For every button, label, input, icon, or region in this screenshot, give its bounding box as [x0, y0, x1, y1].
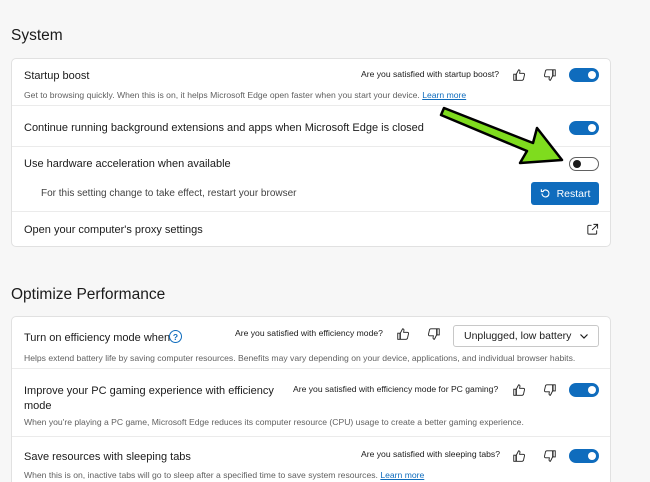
- background-apps-row: Continue running background extensions a…: [12, 106, 610, 146]
- thumbs-up-icon[interactable]: [512, 383, 526, 397]
- thumbs-up-icon[interactable]: [512, 449, 526, 463]
- thumbs-down-icon[interactable]: [543, 449, 557, 463]
- efficiency-mode-description: Helps extend battery life by saving comp…: [24, 353, 576, 363]
- sleeping-tabs-description: When this is on, inactive tabs will go t…: [24, 470, 425, 480]
- gaming-feedback-text: Are you satisfied with efficiency mode f…: [293, 384, 499, 394]
- proxy-settings-row[interactable]: Open your computer's proxy settings: [12, 212, 610, 248]
- external-link-icon[interactable]: [586, 223, 599, 236]
- background-apps-toggle[interactable]: [569, 121, 599, 135]
- sleeping-tabs-title: Save resources with sleeping tabs: [24, 451, 191, 463]
- performance-card: Turn on efficiency mode when ? Are you s…: [11, 316, 611, 482]
- startup-boost-description: Get to browsing quickly. When this is on…: [24, 90, 467, 100]
- thumbs-up-icon[interactable]: [512, 68, 526, 82]
- efficiency-mode-feedback-text: Are you satisfied with efficiency mode?: [235, 328, 383, 338]
- thumbs-down-icon[interactable]: [543, 383, 557, 397]
- hardware-acceleration-toggle[interactable]: [569, 157, 599, 171]
- efficiency-mode-row: Turn on efficiency mode when ? Are you s…: [12, 317, 610, 368]
- restart-button-label: Restart: [556, 187, 591, 200]
- sleeping-tabs-feedback-text: Are you satisfied with sleeping tabs?: [361, 449, 501, 459]
- gaming-title-line1: Improve your PC gaming experience with e…: [24, 385, 274, 397]
- restart-icon: [540, 189, 550, 198]
- startup-boost-feedback-text: Are you satisfied with startup boost?: [361, 69, 500, 79]
- gaming-title-line2: mode: [24, 400, 52, 412]
- background-apps-title: Continue running background extensions a…: [24, 122, 424, 134]
- gaming-description: When you're playing a PC game, Microsoft…: [24, 417, 524, 427]
- system-card: Startup boost Are you satisfied with sta…: [11, 58, 611, 247]
- optimize-performance-heading: Optimize Performance: [11, 286, 166, 303]
- startup-boost-learn-more-link[interactable]: Learn more: [422, 90, 466, 100]
- thumbs-down-icon[interactable]: [427, 327, 441, 341]
- efficiency-mode-select[interactable]: Unplugged, low battery: [453, 325, 599, 347]
- sleeping-tabs-learn-more-link[interactable]: Learn more: [380, 470, 424, 480]
- startup-boost-toggle[interactable]: [569, 68, 599, 82]
- efficiency-mode-select-value: Unplugged, low battery: [464, 330, 572, 342]
- help-icon[interactable]: ?: [169, 330, 182, 343]
- gaming-title: Improve your PC gaming experience with e…: [24, 384, 274, 414]
- efficiency-mode-title: Turn on efficiency mode when: [24, 332, 171, 344]
- restart-button[interactable]: Restart: [531, 182, 599, 205]
- hardware-acceleration-row: Use hardware acceleration when available…: [12, 147, 610, 211]
- sleeping-tabs-row: Save resources with sleeping tabs Are yo…: [12, 437, 610, 482]
- system-heading: System: [11, 27, 63, 44]
- startup-boost-title: Startup boost: [24, 70, 90, 82]
- restart-note: For this setting change to take effect, …: [41, 188, 297, 199]
- gaming-toggle[interactable]: [569, 383, 599, 397]
- startup-boost-row: Startup boost Are you satisfied with sta…: [12, 59, 610, 105]
- hardware-acceleration-title: Use hardware acceleration when available: [24, 158, 231, 170]
- chevron-down-icon: [580, 334, 588, 339]
- proxy-settings-title: Open your computer's proxy settings: [24, 224, 203, 236]
- sleeping-tabs-toggle[interactable]: [569, 449, 599, 463]
- gaming-row: Improve your PC gaming experience with e…: [12, 369, 610, 436]
- thumbs-up-icon[interactable]: [396, 327, 410, 341]
- thumbs-down-icon[interactable]: [543, 68, 557, 82]
